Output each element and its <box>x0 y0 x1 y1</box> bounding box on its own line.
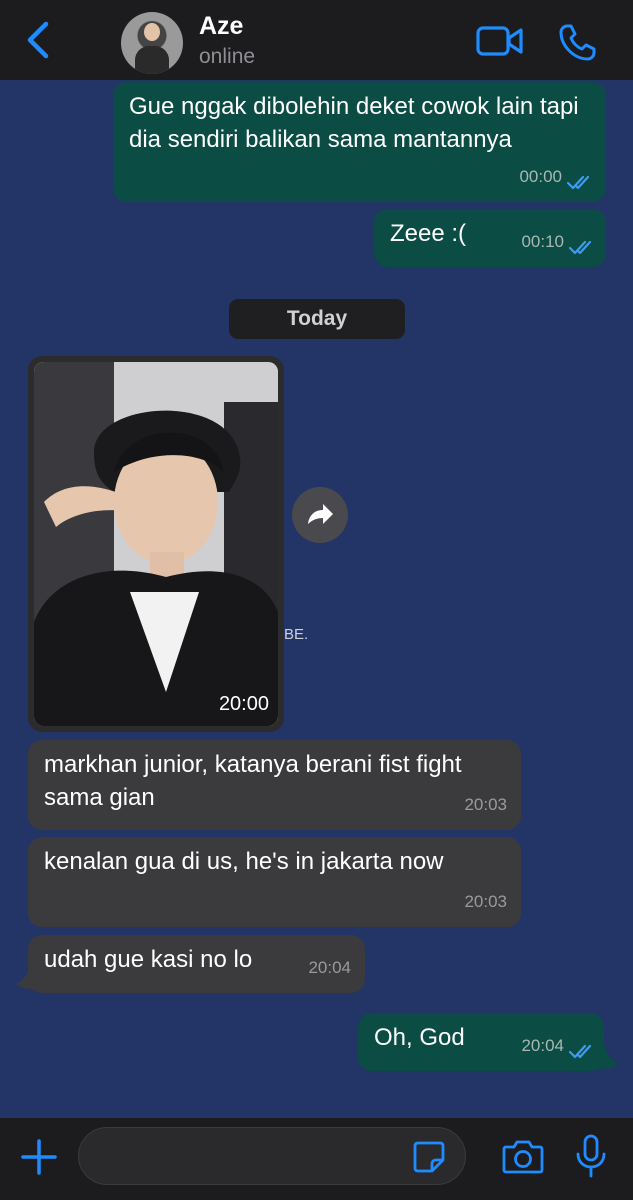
video-call-icon[interactable] <box>476 24 524 58</box>
forward-arrow-icon <box>308 504 333 524</box>
back-chevron-icon[interactable] <box>22 20 56 60</box>
sticker-icon[interactable] <box>412 1140 446 1174</box>
message-text: kenalan gua di us, he's in jakarta now <box>44 848 444 875</box>
photo-time: 20:00 <box>218 693 269 715</box>
message-time: 00:10 <box>521 232 564 251</box>
phone-call-icon[interactable] <box>558 22 598 62</box>
microphone-icon[interactable] <box>574 1134 608 1178</box>
forward-button[interactable] <box>292 487 348 543</box>
avatar-figure-head <box>144 23 160 41</box>
avatar-figure-body <box>135 46 169 74</box>
message-input[interactable] <box>78 1127 466 1185</box>
chat-header: Aze online <box>0 0 633 80</box>
attach-plus-icon[interactable] <box>20 1138 58 1176</box>
message-time: 20:03 <box>464 795 507 814</box>
contact-status: online <box>199 45 256 68</box>
message-time: 20:03 <box>464 892 507 911</box>
camera-icon[interactable] <box>502 1138 544 1174</box>
outgoing-message[interactable]: Oh, God 20:04 <box>358 1013 604 1071</box>
contact-avatar[interactable] <box>121 12 183 74</box>
message-time: 00:00 <box>519 167 562 186</box>
date-separator: Today <box>229 299 405 339</box>
photo-image <box>34 362 278 726</box>
read-receipt-icon <box>568 240 592 255</box>
message-text: udah gue kasi no lo <box>44 946 253 973</box>
outgoing-message[interactable]: Zeee :( 00:10 <box>374 209 606 267</box>
contact-name[interactable]: Aze <box>199 12 243 41</box>
message-time: 20:04 <box>308 958 351 977</box>
photo-thumbnail[interactable]: 20:00 <box>34 362 278 726</box>
read-receipt-icon <box>568 1044 592 1059</box>
message-time: 20:04 <box>521 1036 564 1055</box>
incoming-photo-message[interactable]: 20:00 <box>28 356 284 732</box>
incoming-message[interactable]: markhan junior, katanya berani fist figh… <box>28 740 521 830</box>
outgoing-message[interactable]: Gue nggak dibolehin deket cowok lain tap… <box>113 82 606 202</box>
incoming-message[interactable]: kenalan gua di us, he's in jakarta now 2… <box>28 837 521 927</box>
message-text: Gue nggak dibolehin deket cowok lain tap… <box>129 93 579 153</box>
incoming-message[interactable]: udah gue kasi no lo 20:04 <box>28 935 365 993</box>
read-receipt-icon <box>566 175 590 190</box>
message-text: markhan junior, katanya berani fist figh… <box>44 751 462 811</box>
background-text-fragment: BE. <box>284 626 309 643</box>
